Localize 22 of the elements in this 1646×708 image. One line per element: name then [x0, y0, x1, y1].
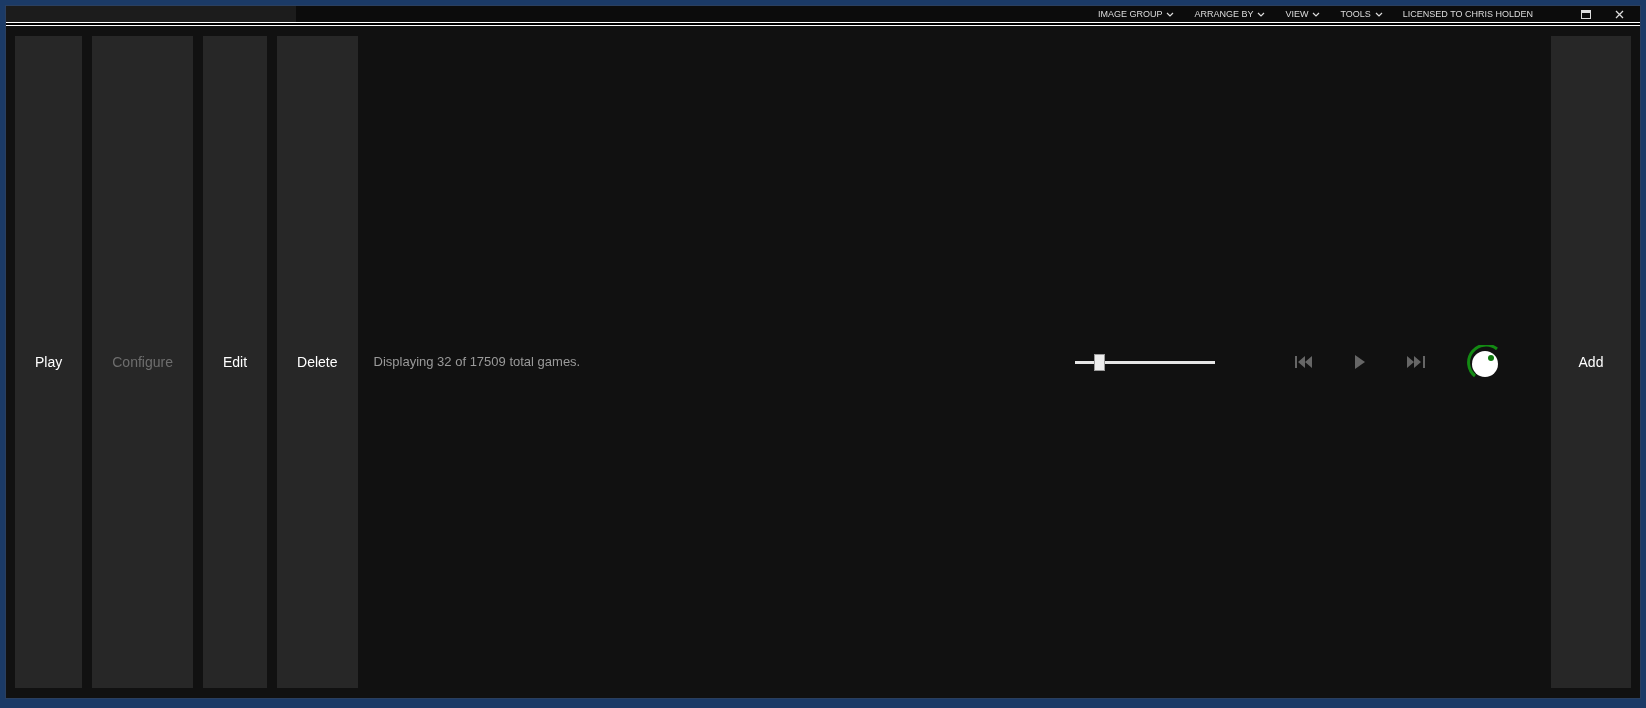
- chevron-icon: [1257, 11, 1266, 17]
- menu-item[interactable]: VIEW: [1285, 9, 1321, 19]
- menu-item[interactable]: IMAGE GROUP: [1097, 9, 1175, 19]
- menu-item[interactable]: ARRANGE BY: [1194, 9, 1266, 19]
- status-text: Displaying 32 of 17509 total games.: [373, 353, 581, 372]
- chevron-icon: [1166, 11, 1175, 17]
- knob-icon[interactable]: [1467, 345, 1501, 379]
- chevron-icon: [1312, 11, 1321, 17]
- menu-item[interactable]: TOOLS: [1340, 9, 1383, 19]
- chevron-icon: [1374, 11, 1383, 17]
- action-button[interactable]: Delete: [277, 36, 358, 688]
- play-icon[interactable]: [1355, 355, 1365, 369]
- close-icon[interactable]: [1615, 9, 1624, 19]
- skip-back-icon[interactable]: [1295, 356, 1313, 368]
- slider-thumb[interactable]: [1094, 353, 1106, 371]
- zoom-slider[interactable]: [1075, 353, 1215, 371]
- action-button[interactable]: Play: [15, 36, 83, 688]
- skip-forward-icon[interactable]: [1407, 356, 1425, 368]
- maximize-icon[interactable]: [1581, 9, 1591, 19]
- license-text: LICENSED TO CHRIS HOLDEN: [1402, 9, 1533, 19]
- action-button[interactable]: Edit: [202, 36, 268, 688]
- add-button[interactable]: Add: [1551, 36, 1631, 688]
